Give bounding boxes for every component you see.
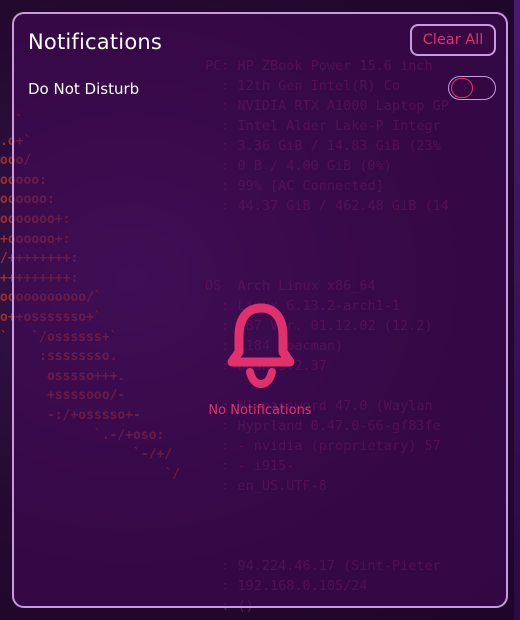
- notification-panel: Notifications Clear All Do Not Disturb N…: [12, 12, 508, 608]
- empty-notifications-text: No Notifications: [208, 403, 312, 418]
- panel-title: Notifications: [28, 30, 163, 54]
- do-not-disturb-label: Do Not Disturb: [28, 80, 140, 98]
- do-not-disturb-toggle[interactable]: [448, 76, 496, 100]
- toggle-knob[interactable]: [451, 78, 473, 98]
- clear-all-button[interactable]: Clear All: [410, 24, 496, 56]
- bell-icon: [227, 303, 295, 389]
- window-edge: [514, 0, 520, 620]
